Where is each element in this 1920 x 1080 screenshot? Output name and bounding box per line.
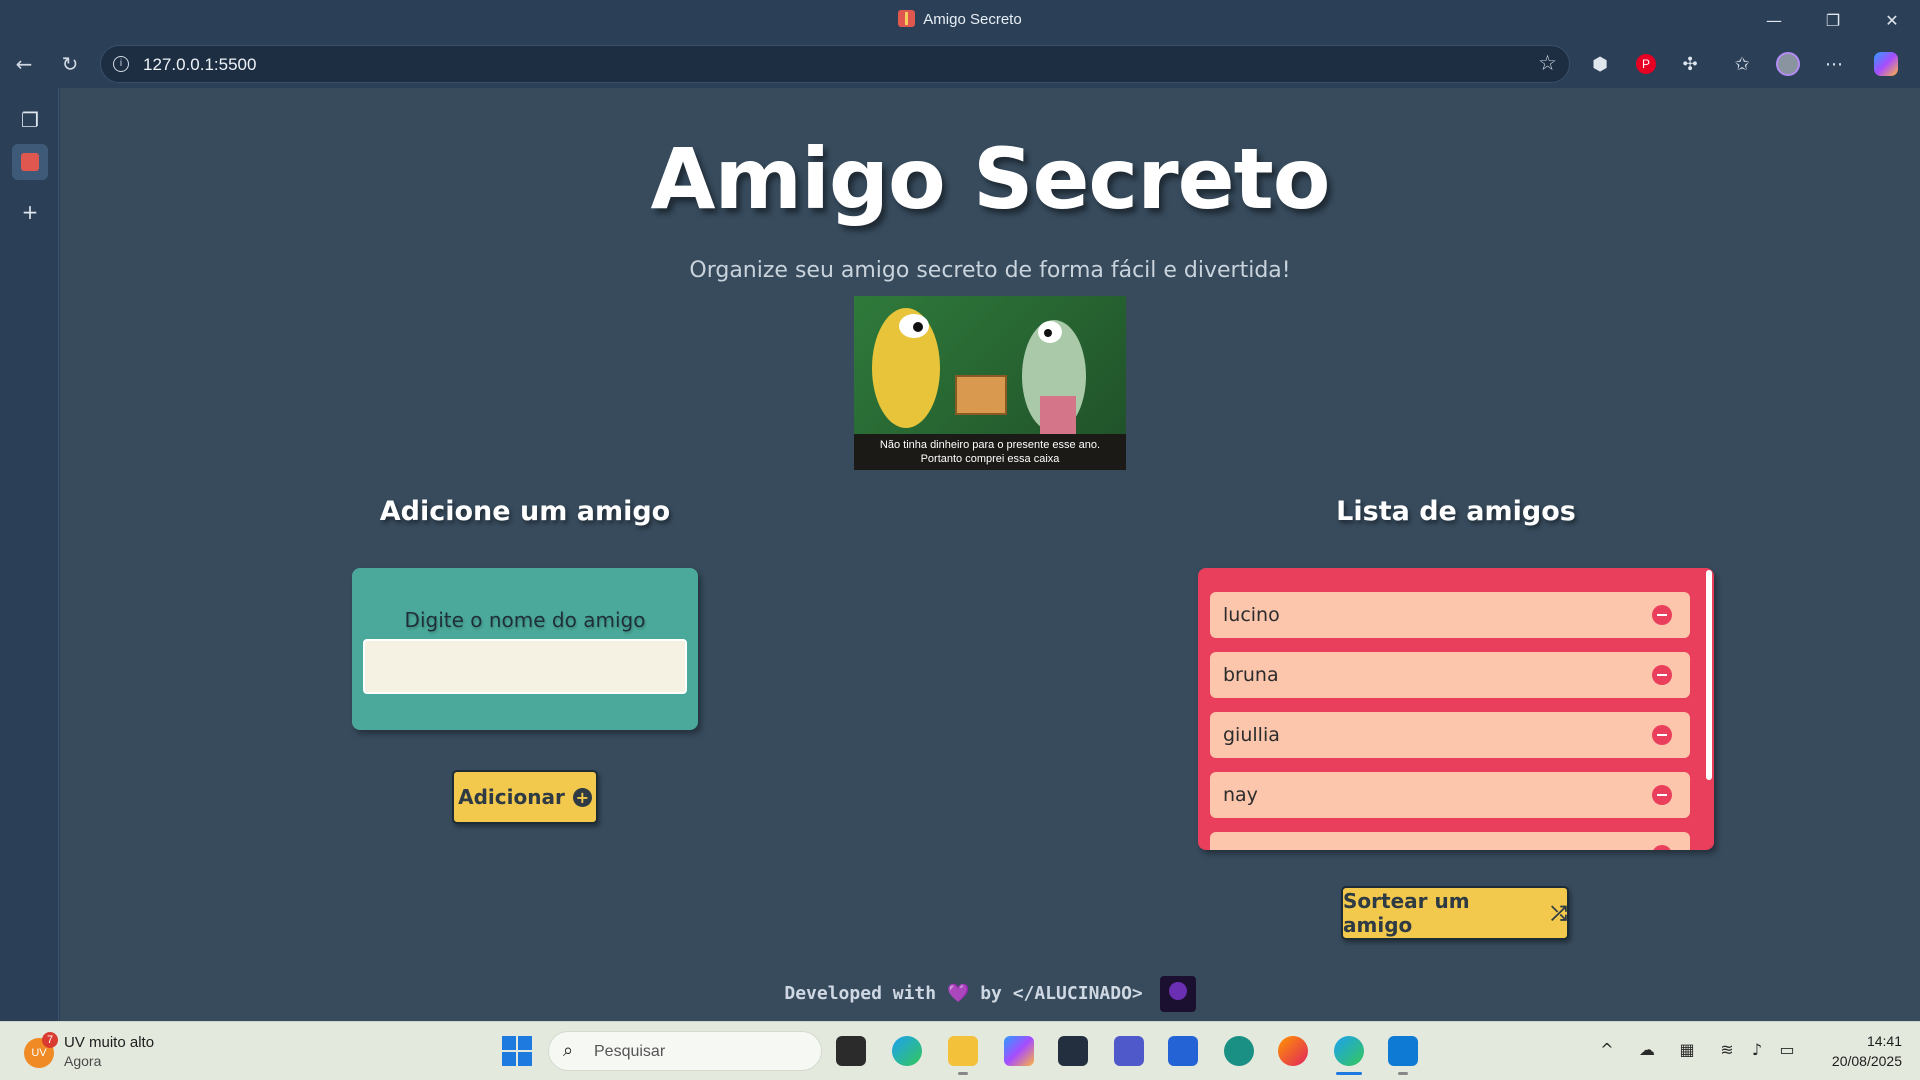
plus-circle-icon: + [572, 787, 592, 807]
add-section-title: Adicione um amigo [379, 496, 671, 527]
wifi-icon[interactable]: ≋ [1716, 1040, 1738, 1059]
site-info-icon[interactable]: i [113, 56, 129, 72]
gift-favicon-icon [898, 10, 916, 27]
friend-name: bruna [1223, 664, 1279, 686]
list-scrollbar[interactable] [1706, 570, 1712, 848]
remove-circle-icon[interactable] [1652, 665, 1672, 685]
tab-actions-icon[interactable]: ❐ [12, 102, 48, 138]
search-placeholder: Pesquisar [594, 1043, 666, 1060]
list-item: lucino [1210, 592, 1690, 638]
web-page: Amigo Secreto Organize seu amigo secreto… [60, 88, 1920, 1021]
file-explorer-icon[interactable] [948, 1036, 978, 1066]
edge-icon[interactable] [892, 1036, 922, 1066]
page-title: Amigo Secreto [650, 130, 1331, 228]
meme-image: Não tinha dinheiro para o presente esse … [854, 296, 1126, 470]
remove-circle-icon[interactable] [1652, 605, 1672, 625]
windows-start-icon[interactable] [502, 1036, 532, 1066]
weather-widget[interactable]: UV 7 UV muito alto Agora [22, 1032, 222, 1072]
heart-icon: 💜 [946, 983, 970, 1004]
back-arrow-icon[interactable]: ← [6, 46, 42, 82]
friend-list-card[interactable]: lucino bruna giullia nay [1198, 568, 1714, 850]
calendar-icon[interactable]: ▦ [1676, 1040, 1698, 1059]
edge-active-icon[interactable] [1334, 1036, 1364, 1066]
weather-title: UV muito alto [64, 1034, 155, 1051]
clock-time: 14:41 [1866, 1033, 1902, 1049]
task-view-icon[interactable] [836, 1036, 866, 1066]
show-hidden-icons-icon[interactable]: ^ [1596, 1040, 1618, 1059]
url-text: 127.0.0.1:5500 [143, 55, 257, 74]
pinterest-icon[interactable]: P [1632, 50, 1660, 78]
shuffle-icon: ⤮ [1551, 901, 1567, 925]
teams-icon[interactable] [1114, 1036, 1144, 1066]
name-input-label: Digite o nome do amigo [404, 608, 646, 632]
friend-name: lucino [1223, 604, 1280, 626]
extension-icon[interactable]: ⬢ [1586, 50, 1614, 78]
volume-icon[interactable]: ♪ [1746, 1040, 1768, 1059]
list-section-title: Lista de amigos [1336, 496, 1576, 527]
favorite-star-icon[interactable]: ☆ [1538, 51, 1557, 75]
favorites-icon[interactable]: ✩ [1728, 50, 1756, 78]
list-item: giullia [1210, 712, 1690, 758]
restore-button[interactable]: ❐ [1805, 0, 1861, 40]
browser-titlebar: Amigo Secreto — ❐ ✕ [0, 0, 1920, 42]
profile-avatar-icon[interactable] [1774, 50, 1802, 78]
remove-circle-icon[interactable] [1652, 785, 1672, 805]
friend-name-input[interactable] [363, 639, 687, 694]
list-item: nay [1210, 772, 1690, 818]
add-friend-card: Digite o nome do amigo [352, 568, 698, 730]
system-clock[interactable]: 14:41 20/08/2025 [1832, 1031, 1902, 1071]
copilot-app-icon[interactable] [1004, 1036, 1034, 1066]
list-item: bruna [1210, 652, 1690, 698]
draw-friend-button[interactable]: Sortear um amigo ⤮ [1341, 886, 1569, 940]
vertical-tabs-sidebar: ❐ + [0, 88, 59, 1021]
add-button[interactable]: Adicionar + [452, 770, 598, 824]
store-icon[interactable] [1168, 1036, 1198, 1066]
taskbar-search[interactable]: ⌕ Pesquisar [548, 1031, 822, 1071]
list-item-partial [1210, 832, 1690, 850]
copilot-icon[interactable] [1872, 50, 1900, 78]
search-icon: ⌕ [563, 1040, 574, 1061]
new-tab-plus-icon[interactable]: + [12, 194, 48, 230]
remove-circle-icon[interactable] [1652, 725, 1672, 745]
tab-amigo-secreto[interactable] [12, 144, 48, 180]
weather-subtitle: Agora [64, 1053, 102, 1069]
minimize-button[interactable]: — [1746, 0, 1802, 40]
taskbar: UV 7 UV muito alto Agora ⌕ Pesquisar ^ ☁… [0, 1021, 1920, 1080]
battery-icon[interactable]: ▭ [1776, 1040, 1798, 1059]
firefox-icon[interactable] [1278, 1036, 1308, 1066]
address-bar[interactable]: i 127.0.0.1:5500 ☆ [100, 45, 1570, 83]
window-title: Amigo Secreto [0, 10, 1920, 28]
extensions-puzzle-icon[interactable]: ✣ [1676, 50, 1704, 78]
clock-date: 20/08/2025 [1831, 1053, 1902, 1069]
meme-caption: Não tinha dinheiro para o presente esse … [854, 434, 1126, 470]
more-options-icon[interactable]: ⋯ [1820, 50, 1848, 78]
friend-name: nay [1223, 784, 1258, 806]
developer-avatar [1159, 976, 1196, 1012]
remove-circle-icon[interactable] [1652, 845, 1672, 850]
friend-name: giullia [1223, 724, 1280, 746]
vscode-icon[interactable] [1388, 1036, 1418, 1066]
onedrive-icon[interactable]: ☁ [1636, 1040, 1658, 1059]
refresh-icon[interactable]: ↻ [52, 46, 88, 82]
close-window-button[interactable]: ✕ [1864, 0, 1920, 40]
app-icon[interactable] [1224, 1036, 1254, 1066]
amazon-icon[interactable] [1058, 1036, 1088, 1066]
browser-toolbar: ← ↻ i 127.0.0.1:5500 ☆ ⬢ P ✣ ✩ ⋯ [0, 42, 1920, 88]
scrollbar-thumb[interactable] [1706, 570, 1712, 780]
uv-badge: 7 [42, 1032, 58, 1048]
page-subtitle: Organize seu amigo secreto de forma fáci… [689, 258, 1291, 283]
footer-credit: Developed with 💜 by </ALUCINADO> [60, 976, 1920, 1012]
